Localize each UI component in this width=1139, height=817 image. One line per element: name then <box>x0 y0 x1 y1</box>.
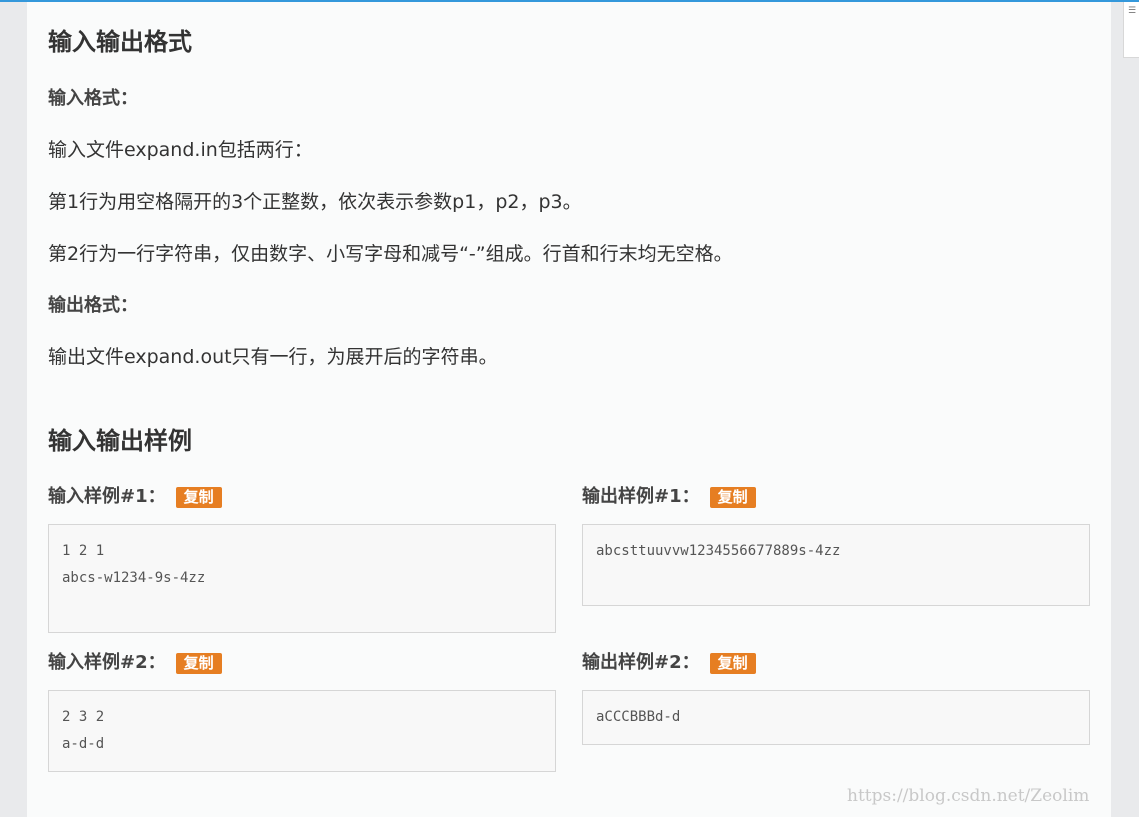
copy-button[interactable]: 复制 <box>709 652 756 674</box>
copy-button[interactable]: 复制 <box>175 652 222 674</box>
sample-output-title-text: 输出样例#2： <box>582 652 700 673</box>
sample-input-box[interactable]: 2 3 2 a-d-d <box>48 690 556 772</box>
samples-heading: 输入输出样例 <box>48 427 192 455</box>
input-format-line: 第1行为用空格隔开的3个正整数，依次表示参数p1，p2，p3。 <box>48 191 582 213</box>
panel-tab-glyph: ☰ <box>1128 6 1137 16</box>
input-format-line: 输入文件expand.in包括两行： <box>48 139 313 161</box>
sample-input-box[interactable]: 1 2 1 abcs-w1234-9s-4zz <box>48 524 556 633</box>
output-format-line: 输出文件expand.out只有一行，为展开后的字符串。 <box>48 346 498 368</box>
input-format-label: 输入格式： <box>48 88 138 109</box>
output-format-label: 输出格式： <box>48 295 138 316</box>
right-side-panel-tab[interactable]: ☰ <box>1123 2 1139 58</box>
copy-button[interactable]: 复制 <box>175 486 222 508</box>
sample-input-title-text: 输入样例#1： <box>48 486 166 507</box>
io-format-heading: 输入输出格式 <box>48 28 192 56</box>
sample-input-title: 输入样例#1： 复制 <box>48 485 222 509</box>
sample-output-title: 输出样例#2： 复制 <box>582 651 756 675</box>
input-format-line: 第2行为一行字符串，仅由数字、小写字母和减号“-”组成。行首和行末均无空格。 <box>48 243 733 265</box>
watermark: https://blog.csdn.net/Zeolim <box>847 786 1090 806</box>
sample-output-title-text: 输出样例#1： <box>582 486 700 507</box>
copy-button[interactable]: 复制 <box>709 486 756 508</box>
sample-input-title: 输入样例#2： 复制 <box>48 651 222 675</box>
sample-output-title: 输出样例#1： 复制 <box>582 485 756 509</box>
sample-input-title-text: 输入样例#2： <box>48 652 166 673</box>
sample-output-box[interactable]: abcsttuuvvw1234556677889s-4zz <box>582 524 1090 606</box>
sample-output-box[interactable]: aCCCBBBd-d <box>582 690 1090 745</box>
